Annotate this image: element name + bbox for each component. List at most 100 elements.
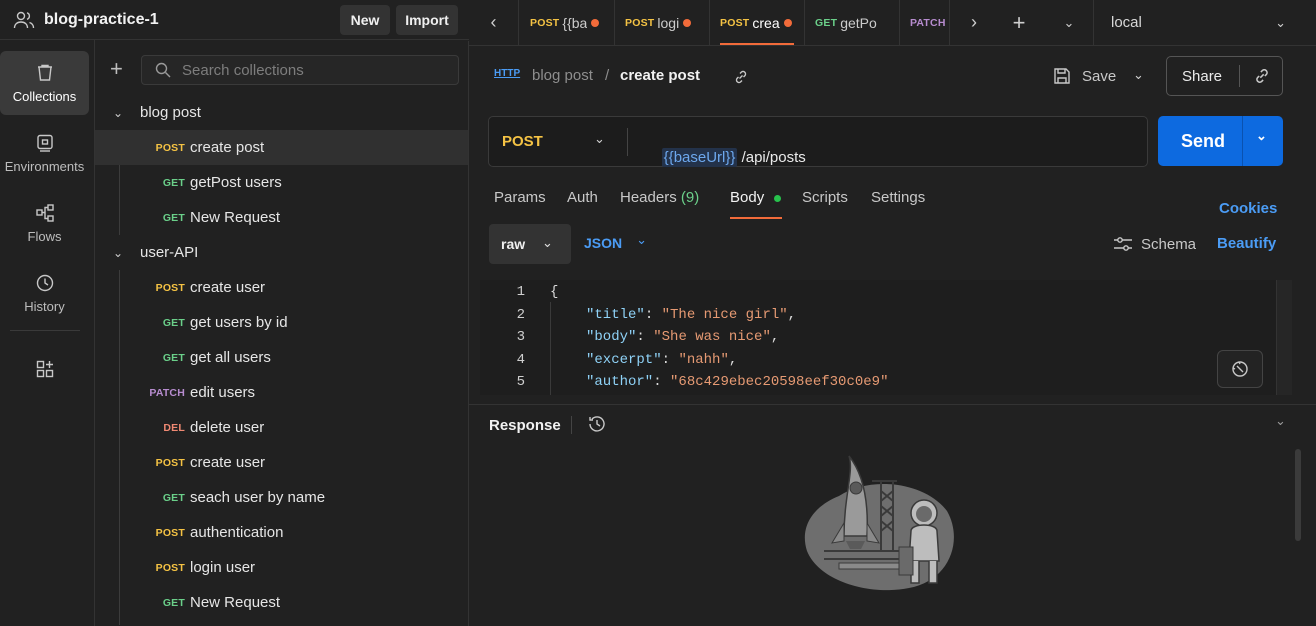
- chevron-down-icon: ⌄: [542, 235, 553, 250]
- send-options-chevron-icon[interactable]: ⌄: [1256, 128, 1267, 144]
- request-label: authentication: [190, 524, 284, 541]
- tab-scripts[interactable]: Scripts: [802, 189, 848, 206]
- save-options-chevron-icon[interactable]: ⌄: [1133, 67, 1144, 83]
- line-number: 4: [516, 352, 525, 368]
- code-line: "title": "The nice girl",: [586, 307, 797, 323]
- response-history-icon[interactable]: [587, 414, 607, 434]
- collections-panel: + ⌄ blog post POST create post GET getPo…: [95, 41, 469, 626]
- add-collection-plus-icon[interactable]: +: [110, 58, 123, 80]
- new-tab-plus-icon[interactable]: +: [1004, 0, 1034, 45]
- folder-blog-post[interactable]: ⌄ blog post: [95, 95, 468, 130]
- rail-environments[interactable]: Environments: [0, 121, 89, 185]
- request-create-user[interactable]: POST create user: [95, 270, 468, 305]
- sliders-icon: [1114, 237, 1132, 251]
- left-rail: Collections Environments Flows History: [0, 0, 95, 626]
- history-icon: [36, 274, 53, 291]
- request-new-request-2[interactable]: GET New Request: [95, 585, 468, 620]
- rail-environments-label: Environments: [4, 158, 85, 174]
- request-search-user-by-name[interactable]: GET seach user by name: [95, 480, 468, 515]
- save-button[interactable]: Save: [1052, 66, 1116, 86]
- divider: [1242, 116, 1243, 166]
- rail-collections[interactable]: Collections: [0, 51, 89, 115]
- workspace-name[interactable]: blog-practice-1: [44, 11, 159, 29]
- url-input[interactable]: {{baseUrl}} /api/posts: [645, 132, 806, 183]
- folder-label: blog post: [140, 104, 201, 121]
- copy-link-icon[interactable]: [1253, 67, 1271, 85]
- tab-patch[interactable]: PATCH: [900, 0, 950, 45]
- method-badge: GET: [162, 176, 185, 189]
- tab-auth[interactable]: Auth: [567, 189, 598, 206]
- add-widget-icon: [36, 360, 53, 378]
- folder-user-api[interactable]: ⌄ user-API: [95, 235, 468, 270]
- tab-get-getpost[interactable]: GET getPo: [805, 0, 900, 45]
- request-getpost-users[interactable]: GET getPost users: [95, 165, 468, 200]
- import-button[interactable]: Import: [396, 5, 458, 35]
- rail-collections-label: Collections: [12, 88, 77, 104]
- share-button[interactable]: Share: [1182, 68, 1222, 85]
- body-mode-select[interactable]: raw ⌄: [489, 224, 571, 264]
- environment-selector[interactable]: local ⌄: [1093, 0, 1316, 45]
- request-label: New Request: [190, 594, 281, 611]
- method-badge: POST: [155, 526, 185, 539]
- request-new-request[interactable]: GET New Request: [95, 200, 468, 235]
- request-get-all-users[interactable]: GET get all users: [95, 340, 468, 375]
- tab-post-baseurl[interactable]: POST {{ba: [520, 0, 615, 45]
- line-number: 2: [516, 307, 525, 323]
- request-authentication[interactable]: POST authentication: [95, 515, 468, 550]
- headers-count-badge: (9): [680, 189, 700, 206]
- method-badge: GET: [162, 491, 185, 504]
- tab-label: logi: [657, 14, 680, 31]
- request-label: New Request: [190, 209, 281, 226]
- new-button[interactable]: New: [340, 5, 390, 35]
- request-label: edit users: [190, 384, 256, 401]
- request-label: create user: [190, 454, 266, 471]
- request-label: seach user by name: [190, 489, 326, 506]
- body-format-select[interactable]: JSON ⌄: [584, 232, 647, 251]
- request-login-user[interactable]: POST login user: [95, 550, 468, 585]
- body-code-editor[interactable]: 1 { 2 "title": "The nice girl", 3 "body"…: [480, 280, 1276, 395]
- response-scrollbar[interactable]: [1295, 449, 1301, 541]
- schema-button[interactable]: Schema: [1113, 235, 1196, 253]
- link-icon[interactable]: [733, 69, 749, 85]
- schema-label: Schema: [1141, 235, 1197, 253]
- tab-settings[interactable]: Settings: [871, 189, 925, 206]
- method-value: POST: [502, 133, 543, 150]
- request-edit-users[interactable]: PATCH edit users: [95, 375, 468, 410]
- ai-assist-button[interactable]: [1217, 350, 1263, 388]
- tab-headers[interactable]: Headers (9): [620, 189, 699, 206]
- send-button[interactable]: Send: [1181, 131, 1225, 152]
- rail-flows[interactable]: Flows: [0, 191, 89, 255]
- tabs-overflow-chevron-icon[interactable]: ⌄: [1054, 0, 1084, 45]
- breadcrumb-current[interactable]: create post: [620, 67, 700, 84]
- tabs-scroll-left-icon[interactable]: ‹: [469, 0, 519, 45]
- json-comma: ,: [787, 307, 797, 323]
- method-select[interactable]: POST ⌄: [489, 117, 619, 166]
- tab-body[interactable]: Body: [730, 189, 764, 206]
- breadcrumb-parent[interactable]: blog post: [532, 67, 593, 84]
- search-input[interactable]: [182, 61, 452, 79]
- request-delete-user[interactable]: DEL delete user: [95, 410, 468, 445]
- json-comma: ,: [770, 329, 780, 345]
- tab-params[interactable]: Params: [494, 189, 546, 206]
- collapse-chevron-icon[interactable]: ⌄: [1275, 413, 1286, 429]
- cookies-link[interactable]: Cookies: [1219, 200, 1277, 217]
- tab-label: crea: [752, 14, 780, 31]
- send-group: Send ⌄: [1158, 116, 1283, 166]
- magic-icon: [1232, 361, 1248, 377]
- flows-icon: [35, 203, 54, 222]
- tab-post-create-active[interactable]: POST crea: [710, 0, 805, 45]
- request-create-user-2[interactable]: POST create user: [95, 445, 468, 480]
- team-icon: [13, 11, 35, 29]
- rail-history-label: History: [24, 298, 65, 314]
- rail-configure-workbench[interactable]: [0, 337, 89, 401]
- request-create-post[interactable]: POST create post: [95, 130, 468, 165]
- beautify-button[interactable]: Beautify: [1217, 235, 1276, 252]
- tabs-scroll-right-icon[interactable]: ›: [959, 0, 989, 45]
- rail-history[interactable]: History: [0, 261, 89, 325]
- tab-post-login[interactable]: POST logi: [615, 0, 710, 45]
- method-badge: PATCH: [910, 16, 946, 29]
- divider: [627, 128, 628, 156]
- method-badge: DEL: [163, 421, 185, 434]
- request-get-users-by-id[interactable]: GET get users by id: [95, 305, 468, 340]
- editor-scrollbar[interactable]: [1276, 280, 1292, 395]
